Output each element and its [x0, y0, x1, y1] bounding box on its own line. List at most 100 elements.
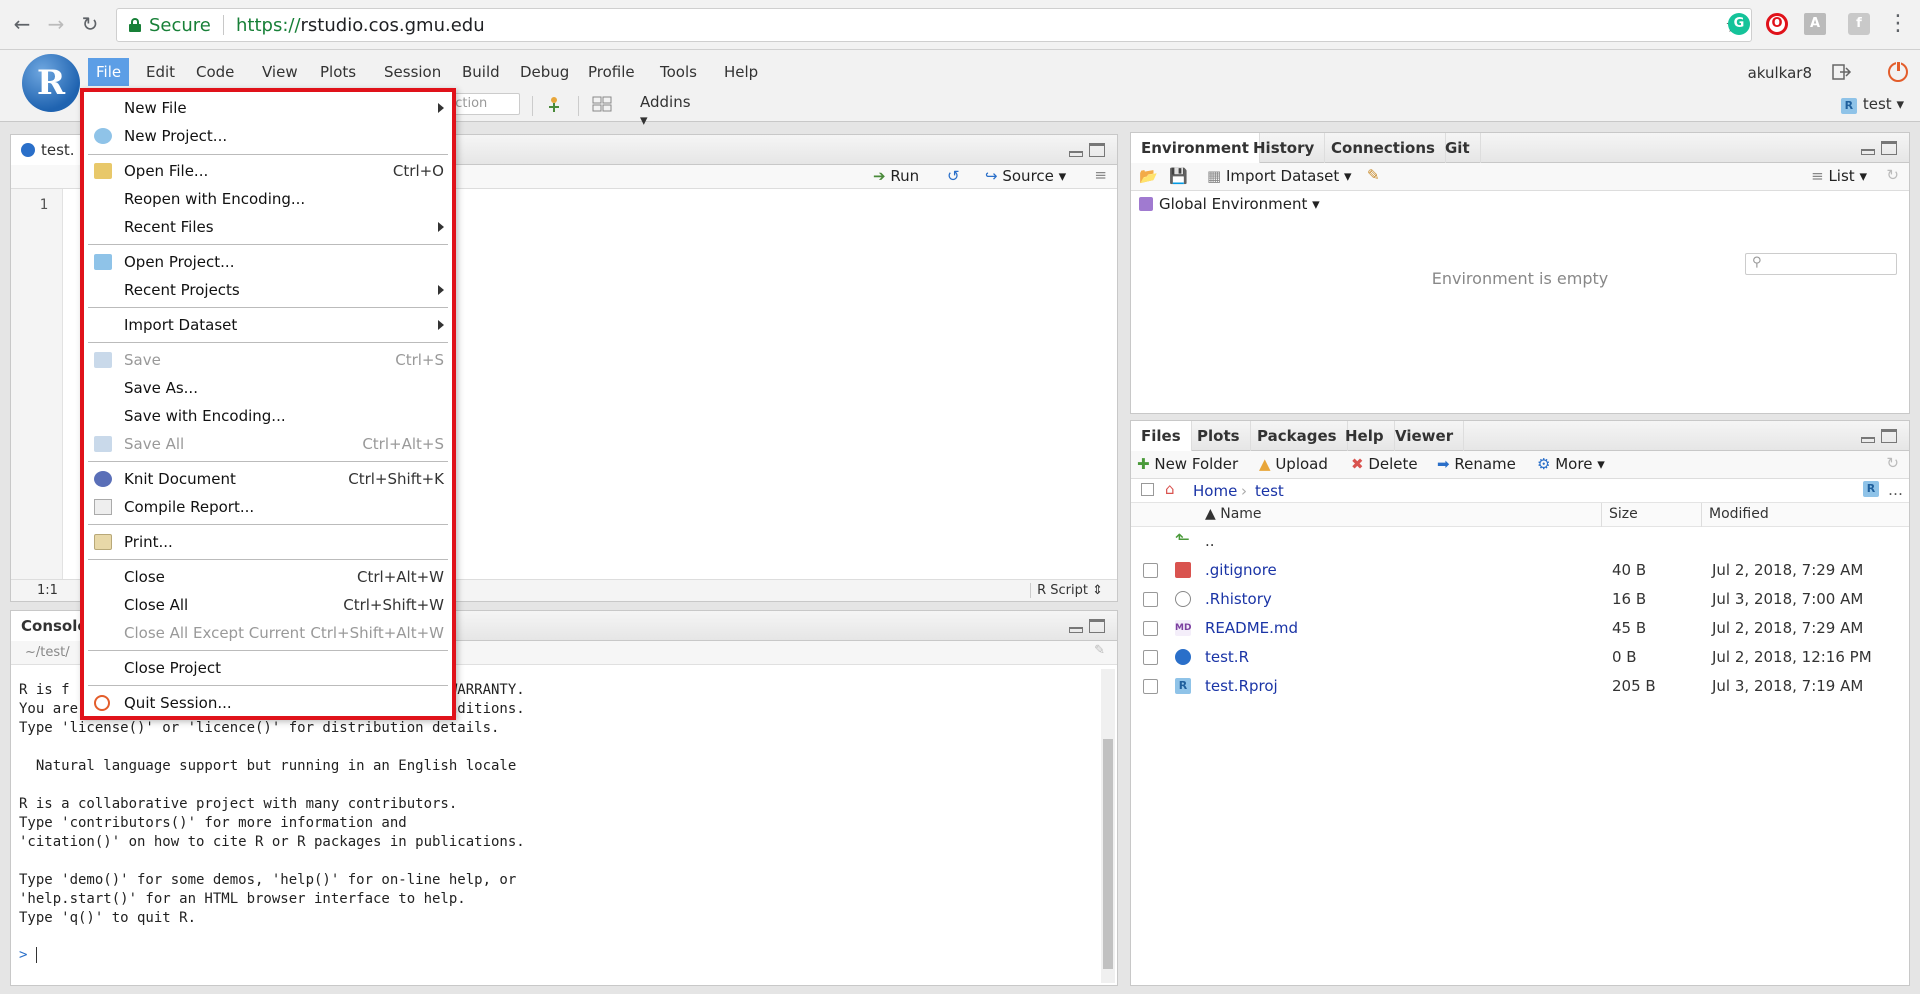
- view-mode-selector[interactable]: ≡ List ▾: [1811, 167, 1867, 185]
- menu-recent-files[interactable]: Recent Files: [84, 213, 452, 241]
- table-row[interactable]: MD README.md 45 B Jul 2, 2018, 7:29 AM: [1131, 614, 1909, 643]
- addins-button[interactable]: Addins ▾: [640, 93, 691, 129]
- console-window-controls[interactable]: [1069, 619, 1109, 635]
- menu-recent-projects[interactable]: Recent Projects: [84, 276, 452, 304]
- tab-viewer[interactable]: Viewer: [1385, 421, 1465, 451]
- chrome-menu-icon[interactable]: ⋮: [1886, 12, 1910, 36]
- working-directory[interactable]: ~/test/: [25, 645, 70, 660]
- clear-console-icon[interactable]: ✎: [1094, 643, 1105, 658]
- menu-build[interactable]: Build: [454, 58, 508, 86]
- row-checkbox[interactable]: [1143, 650, 1158, 665]
- source-window-controls[interactable]: [1069, 143, 1109, 159]
- tab-connections[interactable]: Connections: [1321, 133, 1446, 163]
- column-size[interactable]: Size: [1609, 506, 1638, 522]
- column-modified[interactable]: Modified: [1709, 506, 1769, 522]
- row-checkbox[interactable]: [1143, 679, 1158, 694]
- menu-edit[interactable]: Edit: [138, 58, 183, 86]
- select-all-checkbox[interactable]: [1141, 483, 1154, 496]
- menu-close-all-except-current[interactable]: Close All Except Current Ctrl+Shift+Alt+W: [84, 619, 452, 647]
- console-scrollbar[interactable]: [1101, 669, 1115, 983]
- address-bar[interactable]: Secure https://rstudio.cos.gmu.edu ☆: [116, 8, 1752, 42]
- menu-reopen-with-encoding[interactable]: Reopen with Encoding...: [84, 185, 452, 213]
- menu-plots[interactable]: Plots: [312, 58, 364, 86]
- project-menu[interactable]: Rtest ▾: [1840, 95, 1904, 114]
- files-window-controls[interactable]: [1861, 429, 1901, 445]
- rerun-icon[interactable]: ↺: [947, 167, 960, 185]
- refresh-files-icon[interactable]: ↻: [1886, 454, 1899, 472]
- tab-environment[interactable]: Environment: [1131, 133, 1260, 163]
- console-output[interactable]: R is f ND WARRANTY.You are welcome to re…: [19, 681, 1095, 981]
- more-button[interactable]: ⚙ More ▾: [1537, 455, 1605, 473]
- menu-save[interactable]: Save Ctrl+S: [84, 346, 452, 374]
- row-checkbox[interactable]: [1143, 592, 1158, 607]
- grid-layout-icon[interactable]: [592, 96, 612, 112]
- menu-debug[interactable]: Debug: [512, 58, 577, 86]
- tab-history[interactable]: History: [1243, 133, 1326, 163]
- upload-button[interactable]: ▲ Upload: [1259, 455, 1328, 473]
- breadcrumb-test[interactable]: test: [1255, 482, 1284, 500]
- column-name[interactable]: ▲ Name: [1205, 506, 1262, 522]
- tab-plots[interactable]: Plots: [1187, 421, 1251, 451]
- vcs-icon[interactable]: [544, 94, 564, 114]
- back-icon[interactable]: ←: [10, 12, 34, 36]
- refresh-environment-icon[interactable]: ↻: [1886, 166, 1899, 184]
- home-icon[interactable]: ⌂: [1165, 480, 1175, 498]
- environment-window-controls[interactable]: [1861, 141, 1901, 157]
- url-text[interactable]: https://rstudio.cos.gmu.edu: [236, 15, 485, 36]
- rename-button[interactable]: ➡ Rename: [1437, 455, 1516, 473]
- menu-quit-session[interactable]: Quit Session...: [84, 689, 452, 717]
- menu-compile-report[interactable]: Compile Report...: [84, 493, 452, 521]
- new-folder-button[interactable]: ✚ New Folder: [1137, 455, 1238, 473]
- import-dataset-button[interactable]: ▦ Import Dataset ▾: [1207, 167, 1352, 185]
- table-row[interactable]: .gitignore 40 B Jul 2, 2018, 7:29 AM: [1131, 556, 1909, 585]
- menu-file[interactable]: File: [88, 58, 130, 86]
- table-row[interactable]: R test.Rproj 205 B Jul 3, 2018, 7:19 AM: [1131, 672, 1909, 701]
- menu-close-all[interactable]: Close All Ctrl+Shift+W: [84, 591, 452, 619]
- tab-test-r[interactable]: test.: [11, 135, 86, 165]
- tab-git[interactable]: Git: [1435, 133, 1481, 163]
- environment-scope-selector[interactable]: Global Environment ▾: [1139, 195, 1320, 213]
- sign-out-icon[interactable]: [1832, 64, 1852, 80]
- extension-icon[interactable]: f: [1848, 13, 1870, 35]
- menu-open-project[interactable]: Open Project...: [84, 248, 452, 276]
- menu-tools[interactable]: Tools: [652, 58, 705, 86]
- menu-save-all[interactable]: Save All Ctrl+Alt+S: [84, 430, 452, 458]
- reload-icon[interactable]: ↻: [78, 12, 102, 36]
- go-to-project-icon[interactable]: R: [1863, 481, 1879, 497]
- file-name[interactable]: README.md: [1205, 619, 1298, 637]
- parent-dir-row[interactable]: ⬑ ..: [1131, 527, 1909, 556]
- breadcrumb-home[interactable]: Home: [1193, 482, 1237, 500]
- menu-view[interactable]: View: [254, 58, 306, 86]
- forward-icon[interactable]: →: [44, 12, 68, 36]
- menu-print[interactable]: Print...: [84, 528, 452, 556]
- file-type-selector[interactable]: R Script ⇕: [1030, 583, 1109, 598]
- menu-code[interactable]: Code: [188, 58, 242, 86]
- pdf-extension-icon[interactable]: A: [1804, 13, 1826, 35]
- run-button[interactable]: ➔ Run: [873, 167, 919, 185]
- power-icon[interactable]: [1888, 61, 1908, 82]
- broom-icon[interactable]: ✎: [1367, 166, 1380, 184]
- file-name[interactable]: .Rhistory: [1205, 590, 1272, 608]
- more-path-icon[interactable]: …: [1888, 481, 1903, 499]
- menu-new-file[interactable]: New File: [84, 94, 452, 122]
- menu-profile[interactable]: Profile: [580, 58, 643, 86]
- tab-files[interactable]: Files: [1131, 421, 1192, 451]
- menu-session[interactable]: Session: [376, 58, 449, 86]
- delete-button[interactable]: ✖ Delete: [1351, 455, 1418, 473]
- menu-close-project[interactable]: Close Project: [84, 654, 452, 682]
- menu-new-project[interactable]: New Project...: [84, 122, 452, 150]
- table-row[interactable]: .Rhistory 16 B Jul 3, 2018, 7:00 AM: [1131, 585, 1909, 614]
- menu-save-as[interactable]: Save As...: [84, 374, 452, 402]
- outline-icon[interactable]: ≡: [1094, 166, 1107, 184]
- menu-knit-document[interactable]: Knit Document Ctrl+Shift+K: [84, 465, 452, 493]
- menu-close[interactable]: Close Ctrl+Alt+W: [84, 563, 452, 591]
- menu-import-dataset[interactable]: Import Dataset: [84, 311, 452, 339]
- file-name[interactable]: test.R: [1205, 648, 1249, 666]
- source-button[interactable]: ↪ Source ▾: [985, 167, 1066, 185]
- tab-packages[interactable]: Packages: [1247, 421, 1348, 451]
- load-workspace-icon[interactable]: 📂: [1139, 167, 1158, 185]
- grammarly-icon[interactable]: G: [1728, 13, 1750, 35]
- table-row[interactable]: test.R 0 B Jul 2, 2018, 12:16 PM: [1131, 643, 1909, 672]
- save-workspace-icon[interactable]: 💾: [1169, 167, 1188, 185]
- menu-open-file[interactable]: Open File... Ctrl+O: [84, 157, 452, 185]
